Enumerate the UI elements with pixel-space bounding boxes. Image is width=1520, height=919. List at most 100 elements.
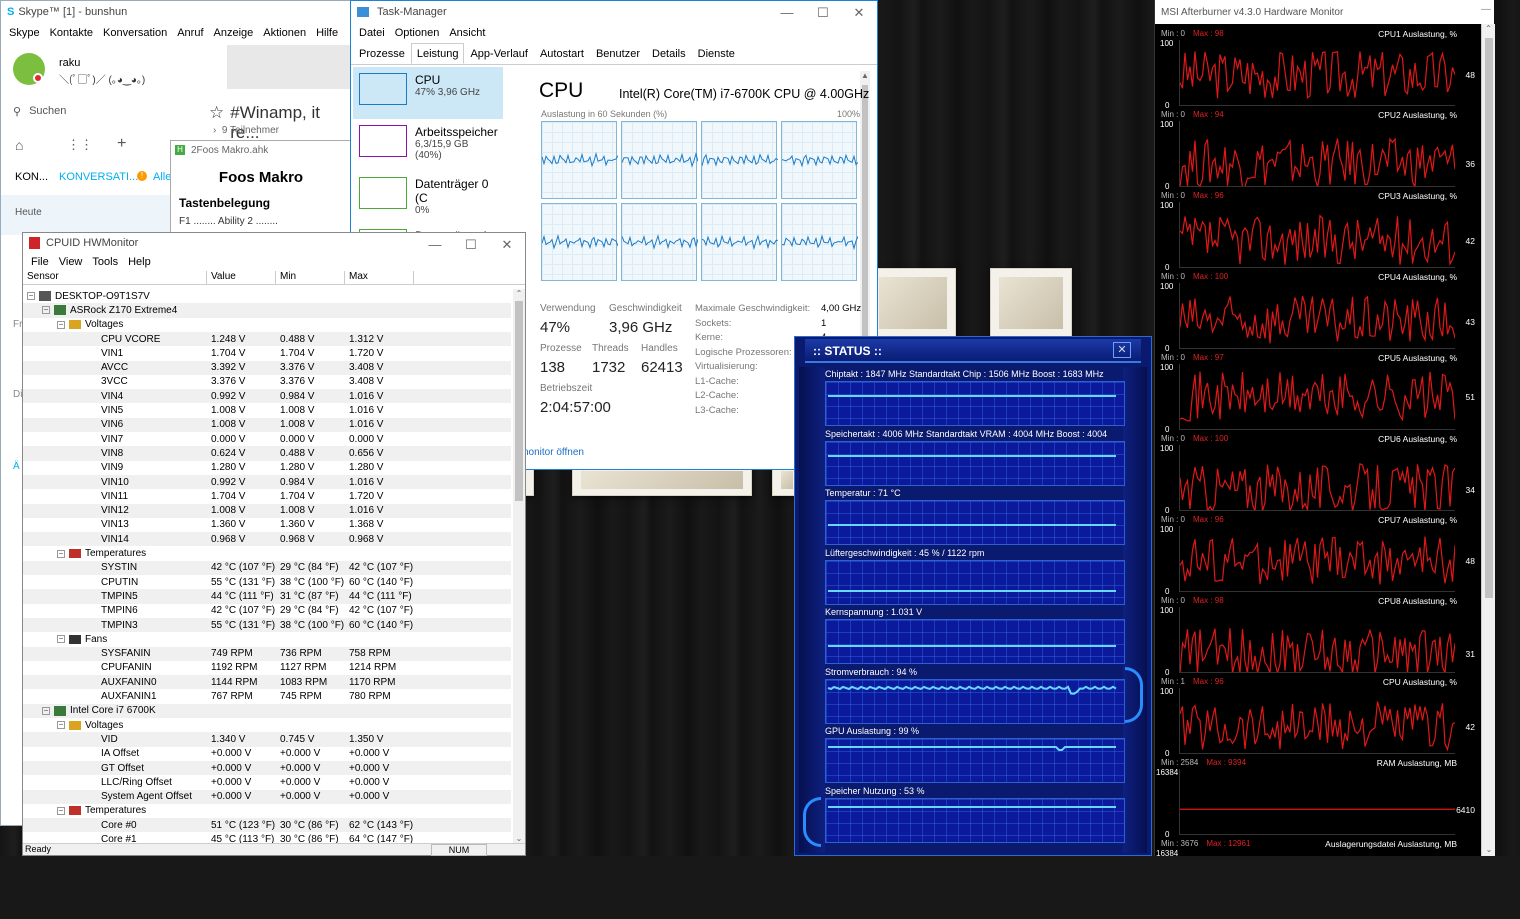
tab-benutzer[interactable]: Benutzer (590, 43, 646, 64)
tab-autostart[interactable]: Autostart (534, 43, 590, 64)
afterburner-minimize-button[interactable]: — (1481, 4, 1495, 20)
table-row[interactable]: TMPIN6 42 °C (107 °F) 29 °C (84 °F) 42 °C (… (23, 604, 511, 618)
table-row[interactable]: 3VCC 3.376 V 3.376 V 3.408 V (23, 375, 511, 389)
tree-collapse-icon[interactable]: − (42, 706, 50, 715)
tree-collapse-icon[interactable]: − (42, 306, 50, 315)
minimize-button[interactable]: — (417, 233, 453, 257)
table-row[interactable]: Core #0 51 °C (123 °F) 30 °C (86 °F) 62 °C … (23, 818, 511, 833)
table-row[interactable]: CPUFANIN 1192 RPM 1127 RPM 1214 RPM (23, 661, 511, 675)
foos-titlebar[interactable]: H 2Foos Makro.ahk (171, 141, 351, 161)
chat-participants[interactable]: › 9 Teilnehmer (213, 125, 279, 136)
foos-makro-window[interactable]: H 2Foos Makro.ahk Foos Makro Tastenbeleg… (170, 140, 352, 240)
hwmonitor-window[interactable]: CPUID HWMonitor — ☐ ✕ File View Tools Help Se… (22, 232, 526, 856)
menu-item[interactable]: Anruf (177, 27, 203, 39)
scrollbar-thumb[interactable] (1485, 38, 1493, 598)
hwmonitor-scrollbar[interactable]: ⌃ ⌄ (513, 289, 525, 843)
scroll-down-icon[interactable]: ⌄ (1482, 845, 1496, 854)
perf-item[interactable]: Datenträger 0 (C 0% (353, 171, 503, 223)
tab-kontakte[interactable]: KON... (15, 171, 48, 183)
table-row[interactable]: − Temperatures (23, 804, 511, 818)
table-row[interactable]: Core #1 45 °C (113 °F) 30 °C (86 °F) 64 °C … (23, 832, 511, 843)
skype-titlebar[interactable]: S Skype™ [1] - bunshun (1, 1, 351, 23)
table-row[interactable]: TMPIN5 44 °C (111 °F) 31 °C (87 °F) 44 °C (… (23, 589, 511, 604)
tree-collapse-icon[interactable]: − (57, 549, 65, 558)
table-row[interactable]: VIN8 0.624 V 0.488 V 0.656 V (23, 446, 511, 461)
table-row[interactable]: VIN6 1.008 V 1.008 V 1.016 V (23, 417, 511, 432)
scroll-up-icon[interactable]: ⌃ (513, 289, 525, 298)
tree-collapse-icon[interactable]: − (57, 806, 65, 815)
avatar[interactable] (13, 53, 45, 85)
tab-app-verlauf[interactable]: App-Verlauf (464, 43, 533, 64)
table-row[interactable]: VIN12 1.008 V 1.008 V 1.016 V (23, 503, 511, 518)
dialpad-icon[interactable]: ⋮⋮ (67, 137, 93, 153)
table-row[interactable]: IA Offset +0.000 V +0.000 V +0.000 V (23, 747, 511, 761)
table-row[interactable]: VIN14 0.968 V 0.968 V 0.968 V (23, 532, 511, 547)
table-row[interactable]: AUXFANIN0 1144 RPM 1083 RPM 1170 RPM (23, 675, 511, 690)
table-row[interactable]: CPU VCORE 1.248 V 0.488 V 1.312 V (23, 331, 511, 347)
table-row[interactable]: VIN13 1.360 V 1.360 V 1.368 V (23, 518, 511, 532)
perf-item[interactable]: CPU 47% 3,96 GHz (353, 67, 503, 119)
search-input[interactable]: ⚲ Suchen (13, 105, 173, 121)
scroll-down-icon[interactable]: ⌄ (513, 834, 525, 843)
taskmgr-titlebar[interactable]: Task-Manager — ☐ ✕ (351, 1, 877, 23)
tree-collapse-icon[interactable]: − (27, 292, 35, 301)
col-sensor[interactable]: Sensor (23, 271, 207, 284)
menu-item[interactable]: Tools (92, 256, 118, 268)
table-row[interactable]: CPUTIN 55 °C (131 °F) 38 °C (100 °F) 60 °C … (23, 575, 511, 589)
table-row[interactable]: System Agent Offset +0.000 V +0.000 V +0.00… (23, 789, 511, 804)
table-row[interactable]: VIN1 1.704 V 1.704 V 1.720 V (23, 346, 511, 360)
menu-item[interactable]: Kontakte (50, 27, 93, 39)
col-min[interactable]: Min (276, 271, 345, 284)
tab-prozesse[interactable]: Prozesse (353, 43, 411, 64)
menu-item[interactable]: Konversation (103, 27, 167, 39)
scroll-up-icon[interactable]: ▲ (860, 71, 870, 80)
table-row[interactable]: TMPIN3 55 °C (131 °F) 38 °C (100 °F) 60 °C … (23, 617, 511, 633)
table-row[interactable]: LLC/Ring Offset +0.000 V +0.000 V +0.000 V (23, 775, 511, 789)
resource-monitor-link[interactable]: nonitor öffnen (523, 447, 584, 458)
table-row[interactable]: VIN7 0.000 V 0.000 V 0.000 V (23, 432, 511, 446)
maximize-button[interactable]: ☐ (453, 233, 489, 257)
table-row[interactable]: − Temperatures (23, 546, 511, 560)
table-row[interactable]: SYSTIN 42 °C (107 °F) 29 °C (84 °F) 42 °C (… (23, 560, 511, 575)
table-row[interactable]: VIN4 0.992 V 0.984 V 1.016 V (23, 389, 511, 404)
table-row[interactable]: VIN5 1.008 V 1.008 V 1.016 V (23, 403, 511, 417)
maximize-button[interactable]: ☐ (805, 1, 841, 25)
table-row[interactable]: − Voltages (23, 718, 511, 732)
star-icon[interactable]: ☆ (209, 103, 224, 143)
tab-dienste[interactable]: Dienste (692, 43, 741, 64)
table-row[interactable]: AVCC 3.392 V 3.376 V 3.408 V (23, 360, 511, 375)
table-row[interactable]: − Voltages (23, 318, 511, 332)
afterburner-titlebar[interactable]: MSI Afterburner v4.3.0 Hardware Monitor (1155, 0, 1494, 24)
perf-item[interactable]: Arbeitsspeicher 6,3/15,9 GB (40%) (353, 119, 503, 171)
close-button[interactable]: ✕ (489, 233, 525, 257)
table-row[interactable]: VIN10 0.992 V 0.984 V 1.016 V (23, 474, 511, 490)
table-row[interactable]: AUXFANIN1 767 RPM 745 RPM 780 RPM (23, 689, 511, 703)
col-value[interactable]: Value (207, 271, 276, 284)
menu-item[interactable]: Hilfe (316, 27, 338, 39)
table-row[interactable]: − Intel Core i7 6700K (23, 703, 511, 718)
col-max[interactable]: Max (345, 271, 414, 284)
scrollbar-thumb[interactable] (515, 301, 523, 501)
table-row[interactable]: GT Offset +0.000 V +0.000 V +0.000 V (23, 760, 511, 776)
close-button[interactable]: ✕ (1113, 342, 1131, 358)
tree-collapse-icon[interactable]: − (57, 635, 65, 644)
menu-item[interactable]: Anzeige (214, 27, 254, 39)
add-contact-icon[interactable]: + (117, 135, 126, 153)
table-row[interactable]: VID 1.340 V 0.745 V 1.350 V (23, 732, 511, 747)
table-row[interactable]: − DESKTOP-O9T1S7V (23, 289, 511, 303)
home-icon[interactable]: ⌂ (15, 137, 23, 153)
minimize-button[interactable]: — (769, 1, 805, 25)
tree-collapse-icon[interactable]: − (57, 320, 65, 329)
tab-konversationen[interactable]: KONVERSATI... (59, 171, 138, 183)
menu-item[interactable]: Optionen (395, 27, 440, 39)
menu-item[interactable]: View (59, 256, 83, 268)
gpu-status-window[interactable]: :: STATUS :: ✕ Chiptakt : 1847 MHz Stand… (794, 336, 1152, 856)
afterburner-monitor-window[interactable]: MSI Afterburner v4.3.0 Hardware Monitor … (1154, 0, 1496, 858)
menu-item[interactable]: Skype (9, 27, 40, 39)
menu-item[interactable]: File (31, 256, 49, 268)
menu-item[interactable]: Help (128, 256, 151, 268)
hwmonitor-titlebar[interactable]: CPUID HWMonitor — ☐ ✕ (23, 233, 525, 253)
tab-leistung[interactable]: Leistung (410, 43, 465, 64)
table-row[interactable]: − ASRock Z170 Extreme4 (23, 303, 511, 318)
table-row[interactable]: SYSFANIN 749 RPM 736 RPM 758 RPM (23, 646, 511, 661)
